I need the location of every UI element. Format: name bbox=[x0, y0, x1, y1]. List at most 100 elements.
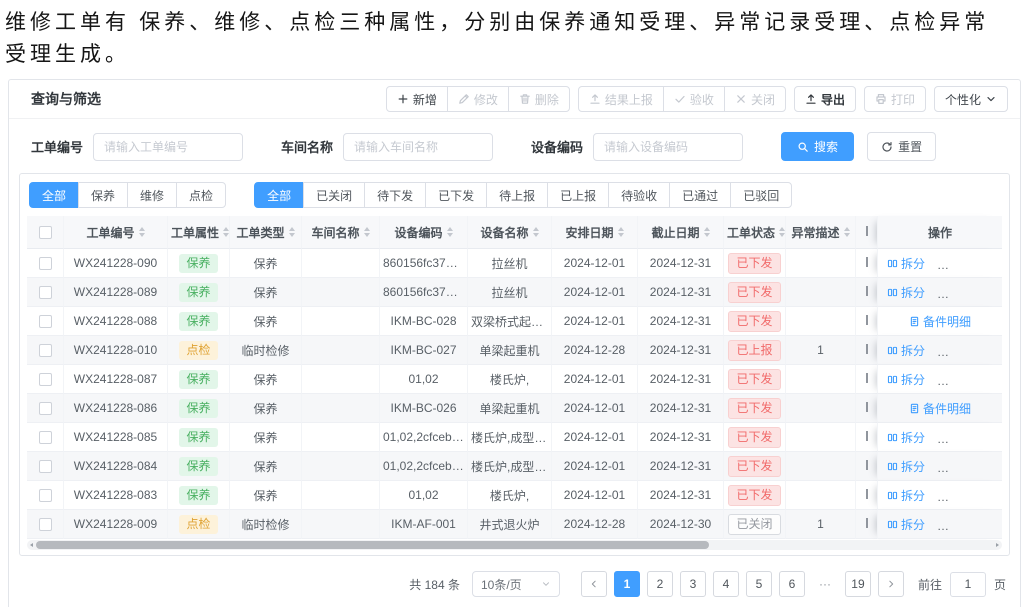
split-link[interactable]: 拆分 bbox=[887, 516, 925, 533]
page-size-select[interactable]: 10条/页 bbox=[472, 571, 560, 597]
column-header: 设备编码 bbox=[394, 224, 452, 241]
attr-tag: 保养 bbox=[179, 399, 217, 418]
personalize-button[interactable]: 个性化 bbox=[934, 86, 1008, 112]
status-cell: 已下发 bbox=[723, 423, 785, 452]
order-no-cell: WX241228-088 bbox=[63, 307, 167, 336]
split-link[interactable]: 拆分 bbox=[887, 371, 925, 388]
row-checkbox[interactable] bbox=[39, 344, 52, 357]
export-button[interactable]: 导出 bbox=[794, 86, 856, 112]
page-button-2[interactable]: 2 bbox=[647, 571, 673, 597]
row-checkbox[interactable] bbox=[39, 460, 52, 473]
parts-detail-link[interactable]: 备件明细 bbox=[909, 400, 971, 417]
status-tab-8[interactable]: 已驳回 bbox=[730, 182, 792, 208]
ops-column-label: 操作 bbox=[928, 226, 952, 240]
row-checkbox[interactable] bbox=[39, 489, 52, 502]
search-icon bbox=[797, 141, 809, 153]
split-link[interactable]: 拆分 bbox=[887, 342, 925, 359]
sort-carets[interactable] bbox=[289, 227, 295, 237]
sort-carets[interactable] bbox=[844, 227, 850, 237]
sort-carets[interactable] bbox=[364, 227, 370, 237]
row-checkbox[interactable] bbox=[39, 315, 52, 328]
ops-cell: 拆分查看设备 bbox=[877, 278, 1002, 307]
page-button-19[interactable]: 19 bbox=[845, 571, 871, 597]
goto-page-input[interactable] bbox=[950, 572, 986, 597]
status-tab-5[interactable]: 已上报 bbox=[547, 182, 609, 208]
add-button[interactable]: 新增 bbox=[386, 86, 448, 112]
page-button-3[interactable]: 3 bbox=[680, 571, 706, 597]
sort-carets[interactable] bbox=[447, 227, 453, 237]
split-link[interactable]: 拆分 bbox=[887, 458, 925, 475]
split-link[interactable]: 拆分 bbox=[887, 284, 925, 301]
status-cell: 已下发 bbox=[723, 249, 785, 278]
next-page-button[interactable] bbox=[878, 571, 904, 597]
export-button-label: 导出 bbox=[821, 91, 845, 108]
device-code-input[interactable] bbox=[593, 133, 743, 161]
row-checkbox[interactable] bbox=[39, 286, 52, 299]
split-link[interactable]: 拆分 bbox=[887, 429, 925, 446]
column-header: 车间名称 bbox=[311, 224, 369, 241]
truncated-cell bbox=[855, 278, 877, 307]
row-checkbox[interactable] bbox=[39, 257, 52, 270]
table-header-row: 工单编号工单属性工单类型车间名称设备编码设备名称安排日期截止日期工单状态异常描述… bbox=[27, 216, 1002, 249]
split-link[interactable]: 拆分 bbox=[887, 255, 925, 272]
truncated-cell bbox=[855, 481, 877, 510]
horizontal-scrollbar[interactable] bbox=[27, 540, 1002, 550]
select-all-checkbox[interactable] bbox=[39, 226, 52, 239]
order-no-cell: WX241228-090 bbox=[63, 249, 167, 278]
status-tab-1[interactable]: 已关闭 bbox=[303, 182, 365, 208]
sort-carets[interactable] bbox=[139, 227, 145, 237]
table-row: WX241228-084保养保养01,02,2cfcebb...楼氏炉,成型机,… bbox=[27, 452, 1002, 481]
abnormal-cell bbox=[785, 423, 855, 452]
print-button[interactable]: 打印 bbox=[864, 86, 926, 112]
attr-tab-2[interactable]: 维修 bbox=[127, 182, 177, 208]
attr-tab-3[interactable]: 点检 bbox=[176, 182, 226, 208]
parts-detail-link[interactable]: 备件明细 bbox=[909, 313, 971, 330]
status-tab-6[interactable]: 待验收 bbox=[608, 182, 670, 208]
workshop-cell bbox=[301, 452, 379, 481]
sort-carets[interactable] bbox=[704, 227, 710, 237]
abnormal-cell bbox=[785, 394, 855, 423]
sort-carets[interactable] bbox=[533, 227, 539, 237]
row-checkbox[interactable] bbox=[39, 402, 52, 415]
status-tab-3[interactable]: 已下发 bbox=[425, 182, 487, 208]
close-button[interactable]: 关闭 bbox=[724, 86, 786, 112]
split-link[interactable]: 拆分 bbox=[887, 487, 925, 504]
parts-detail-link-label: 备件明细 bbox=[923, 313, 971, 330]
attr-cell: 保养 bbox=[167, 423, 229, 452]
scrollbar-thumb[interactable] bbox=[36, 541, 709, 549]
page-ellipsis[interactable]: ··· bbox=[812, 571, 838, 597]
prev-page-button[interactable] bbox=[581, 571, 607, 597]
attr-tab-1[interactable]: 保养 bbox=[78, 182, 128, 208]
page-button-4[interactable]: 4 bbox=[713, 571, 739, 597]
delete-button[interactable]: 删除 bbox=[508, 86, 570, 112]
attr-tab-0[interactable]: 全部 bbox=[29, 182, 79, 208]
sort-carets[interactable] bbox=[223, 227, 229, 237]
device-name-cell: 单梁起重机 bbox=[467, 394, 551, 423]
page-button-1[interactable]: 1 bbox=[614, 571, 640, 597]
row-checkbox[interactable] bbox=[39, 431, 52, 444]
sort-carets[interactable] bbox=[779, 227, 785, 237]
page-button-5[interactable]: 5 bbox=[746, 571, 772, 597]
due-date-cell: 2024-12-31 bbox=[637, 365, 723, 394]
row-checkbox[interactable] bbox=[39, 518, 52, 531]
status-tab-7[interactable]: 已通过 bbox=[669, 182, 731, 208]
row-checkbox[interactable] bbox=[39, 373, 52, 386]
edit-button[interactable]: 修改 bbox=[447, 86, 509, 112]
delete-button-label: 删除 bbox=[535, 91, 559, 108]
device-code-cell: 01,02,2cfcebb... bbox=[379, 452, 467, 481]
report-result-button[interactable]: 结果上报 bbox=[578, 86, 664, 112]
order-no-input[interactable] bbox=[93, 133, 243, 161]
sort-carets[interactable] bbox=[618, 227, 624, 237]
search-button[interactable]: 搜索 bbox=[781, 132, 854, 161]
status-tab-2[interactable]: 待下发 bbox=[364, 182, 426, 208]
page-button-6[interactable]: 6 bbox=[779, 571, 805, 597]
column-header-9: 异常描述 bbox=[785, 216, 855, 249]
reset-button[interactable]: 重置 bbox=[867, 132, 936, 161]
truncated-cell bbox=[855, 365, 877, 394]
accept-button[interactable]: 验收 bbox=[663, 86, 725, 112]
status-tab-0[interactable]: 全部 bbox=[254, 182, 304, 208]
workshop-cell bbox=[301, 365, 379, 394]
status-tab-4[interactable]: 待上报 bbox=[486, 182, 548, 208]
ops-cell: 拆分查看设备 bbox=[877, 336, 1002, 365]
workshop-name-input[interactable] bbox=[343, 133, 493, 161]
